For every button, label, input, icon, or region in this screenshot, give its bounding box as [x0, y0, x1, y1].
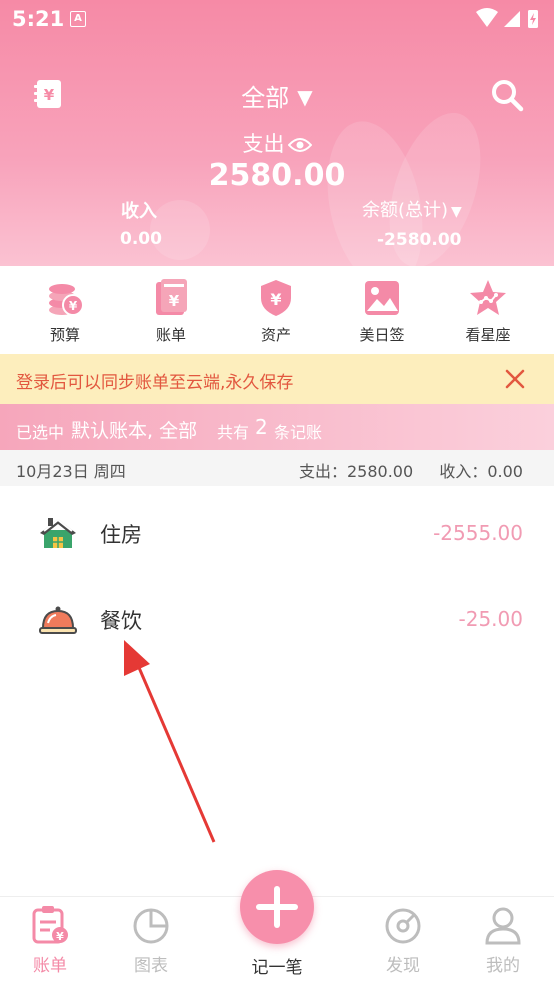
transaction-row[interactable]: 住房 -2555.00 — [0, 494, 554, 580]
svg-text:¥: ¥ — [56, 930, 64, 943]
book-selector[interactable]: 全部 ▼ — [0, 78, 554, 113]
day-date: 10月23日 周四 — [16, 462, 126, 481]
user-icon — [485, 907, 521, 945]
notification-badge: A — [70, 11, 86, 27]
quick-bill[interactable]: ¥ 账单 — [126, 278, 216, 345]
add-record-button[interactable] — [240, 870, 314, 944]
food-cover-icon — [38, 598, 78, 638]
nav-charts[interactable]: 图表 — [111, 905, 191, 976]
transaction-row[interactable]: 餐饮 -25.00 — [0, 580, 554, 666]
balance-value: -2580.00 — [377, 230, 462, 250]
quick-label: 美日签 — [359, 326, 405, 344]
quick-assets[interactable]: ¥ 资产 — [231, 278, 321, 345]
nav-label: 图表 — [134, 956, 168, 976]
quick-label: 账单 — [155, 326, 186, 344]
bill-icon: ¥ — [156, 279, 187, 315]
selected-book: 默认账本, 全部 — [71, 420, 198, 442]
selected-book-bar: 已选中 默认账本, 全部 共有 2 条记账 — [0, 404, 554, 450]
status-time: 5:21 — [12, 7, 65, 31]
transaction-amount: -25.00 — [458, 607, 523, 631]
balance-selector[interactable]: 余额(总计) ▼ — [362, 196, 462, 222]
quick-budget[interactable]: ¥ 预算 — [20, 278, 110, 345]
selected-prefix: 已选中 — [16, 423, 65, 442]
expense-summary[interactable]: 支出 — [0, 128, 554, 159]
balance-label: 余额(总计) — [362, 200, 449, 221]
dropdown-triangle-icon: ▼ — [297, 85, 313, 109]
pie-chart-icon — [133, 908, 169, 944]
expense-value: 2580.00 — [208, 158, 346, 193]
svg-text:¥: ¥ — [169, 292, 180, 310]
day-expense: 支出：2580.00 — [299, 462, 414, 481]
add-record-label: 记一笔 — [251, 958, 303, 978]
dropdown-triangle-icon: ▼ — [451, 204, 462, 220]
plus-icon — [256, 886, 298, 928]
status-signal-icons — [476, 8, 538, 28]
day-income: 收入：0.00 — [439, 462, 523, 481]
ledger-icon: ¥ — [32, 906, 68, 944]
day-summary: 10月23日 周四 支出：2580.00 收入：0.00 — [0, 450, 554, 486]
star-icon — [470, 280, 506, 315]
login-notice[interactable]: 登录后可以同步账单至云端,永久保存 — [0, 354, 554, 404]
svg-text:¥: ¥ — [69, 299, 78, 313]
quick-daily-sign[interactable]: 美日签 — [337, 278, 427, 345]
status-bar: 5:21 A — [0, 0, 554, 38]
quick-label: 预算 — [49, 326, 80, 344]
svg-text:¥: ¥ — [270, 290, 281, 309]
day-totals: 支出：2580.00 收入：0.00 — [299, 458, 523, 482]
nav-label: 发现 — [386, 956, 420, 976]
nav-discover[interactable]: 发现 — [363, 905, 443, 976]
count-suffix: 条记账 — [274, 423, 323, 442]
category-name: 餐饮 — [100, 609, 142, 633]
quick-label: 看星座 — [465, 326, 511, 344]
house-icon — [38, 512, 78, 552]
category-name: 住房 — [100, 523, 142, 547]
eye-icon[interactable] — [287, 135, 312, 159]
shield-yen-icon: ¥ — [261, 280, 291, 316]
quick-horoscope[interactable]: 看星座 — [443, 278, 533, 345]
income-label: 收入 — [121, 201, 157, 222]
status-icons — [474, 6, 544, 36]
notice-text: 登录后可以同步账单至云端,永久保存 — [16, 373, 294, 393]
quick-label: 资产 — [260, 326, 291, 344]
record-count: 2 — [255, 415, 268, 439]
book-title: 全部 — [241, 84, 290, 112]
discover-icon — [385, 908, 421, 944]
nav-label: 我的 — [486, 956, 520, 976]
nav-mine[interactable]: 我的 — [463, 905, 543, 976]
picture-icon — [365, 281, 399, 315]
count-prefix: 共有 — [217, 423, 250, 442]
coins-icon: ¥ — [49, 284, 84, 316]
close-icon[interactable] — [502, 366, 528, 392]
transaction-amount: -2555.00 — [433, 521, 523, 545]
expense-label: 支出 — [242, 132, 285, 156]
search-icon[interactable] — [490, 78, 524, 112]
income-value: 0.00 — [120, 229, 162, 249]
quick-actions: ¥ 预算 ¥ 账单 ¥ 资产 美日签 看星座 — [0, 266, 554, 354]
nav-ledger[interactable]: ¥ 账单 — [10, 905, 90, 976]
nav-label: 账单 — [33, 956, 67, 976]
